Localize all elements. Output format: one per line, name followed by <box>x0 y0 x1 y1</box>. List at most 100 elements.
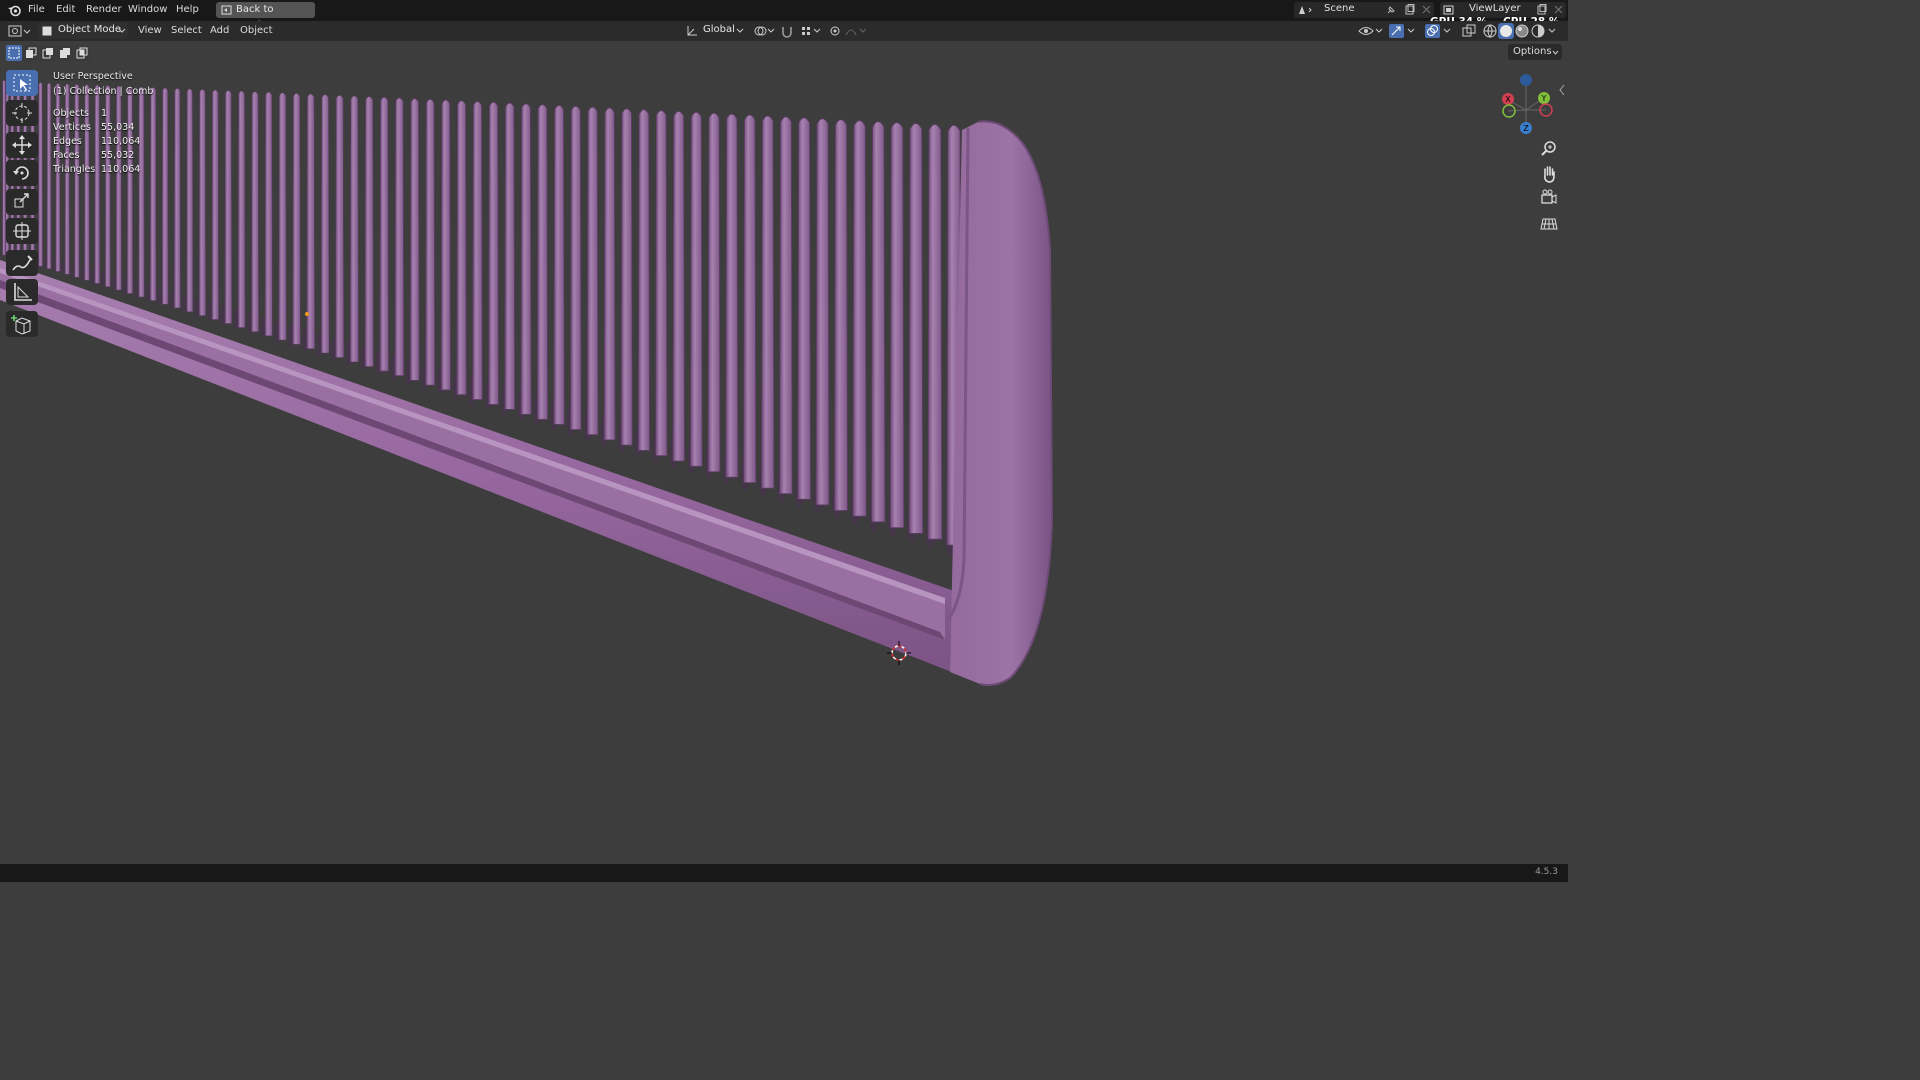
sidebar-toggle-icon[interactable] <box>1558 84 1566 96</box>
gizmo-neg-z[interactable] <box>1520 74 1532 86</box>
close-view-layer-icon[interactable] <box>1554 5 1563 14</box>
menu-window[interactable]: Window <box>128 3 167 17</box>
chevron-down-icon <box>118 28 126 33</box>
comb-tooth <box>174 88 181 309</box>
comb-tooth <box>761 115 775 489</box>
comb-tooth <box>815 118 830 506</box>
comb-tooth <box>620 108 633 446</box>
tooth-gap-shadow <box>122 277 127 295</box>
comb-tooth <box>335 94 344 358</box>
scale-tool[interactable] <box>6 189 38 215</box>
comb-tooth <box>520 103 532 415</box>
gizmo-toggle-icon[interactable] <box>1388 23 1418 39</box>
tooth-gap-shadow <box>80 265 84 282</box>
annotate-tool[interactable] <box>6 250 38 276</box>
tooth-gap-shadow <box>260 316 266 339</box>
comb-tooth <box>409 98 420 381</box>
editor-type-icon[interactable] <box>8 24 32 38</box>
comb-tooth <box>889 122 905 529</box>
object-origin-dot <box>305 312 309 316</box>
xray-icon[interactable] <box>1462 24 1476 38</box>
comb-tooth <box>440 99 451 391</box>
svg-text:X: X <box>1505 95 1511 104</box>
object-mode-dropdown[interactable]: Object Mode <box>38 23 128 39</box>
tooth-gap-shadow <box>61 259 65 276</box>
comb-tooth <box>211 89 219 320</box>
menu-object[interactable]: Object <box>240 24 273 38</box>
camera-view-button[interactable] <box>1538 187 1560 209</box>
zoom-button[interactable] <box>1538 138 1560 160</box>
scene-selector[interactable]: Scene <box>1294 2 1434 18</box>
comb-tooth <box>690 111 703 467</box>
tooth-gap-shadow <box>207 301 212 322</box>
add-cube-tool[interactable] <box>6 311 38 337</box>
menu-render[interactable]: Render <box>86 3 122 17</box>
tooth-gap-shadow <box>233 308 239 331</box>
comb-tooth <box>603 107 616 441</box>
comb-tooth <box>797 117 811 500</box>
viewport-3d[interactable] <box>0 41 1568 864</box>
object-mode-icon <box>42 26 52 36</box>
new-view-layer-icon[interactable] <box>1536 4 1547 15</box>
navigation-gizmo[interactable]: X Y Z <box>1496 70 1558 136</box>
overlays-icon[interactable] <box>1424 23 1454 39</box>
visibility-icon[interactable] <box>1358 24 1384 38</box>
measure-tool[interactable] <box>6 279 38 305</box>
tooth-gap-shadow <box>274 320 280 344</box>
scale-icon <box>14 193 29 208</box>
gizmo-x-axis[interactable]: X <box>1502 93 1514 105</box>
view-layer-icon <box>1443 5 1454 15</box>
menu-select[interactable]: Select <box>171 24 202 38</box>
tooth-gap-shadow <box>194 297 199 318</box>
shading-solid-icon[interactable] <box>1498 23 1514 39</box>
pivot-point-dropdown[interactable] <box>752 23 776 39</box>
menu-view[interactable]: View <box>138 24 162 38</box>
tooth-gap-shadow <box>220 304 225 327</box>
comb-tooth <box>349 95 359 363</box>
rotate-tool[interactable] <box>6 160 38 186</box>
comb-tooth <box>672 111 685 462</box>
tooth-gap-shadow <box>157 286 162 307</box>
comb-tooth <box>198 89 206 316</box>
stat-label: Edges <box>53 136 82 147</box>
comb-tooth <box>278 92 287 341</box>
shading-material-icon[interactable] <box>1514 23 1530 39</box>
toggle-projection-button[interactable] <box>1538 212 1560 234</box>
comb-tooth <box>908 123 924 534</box>
cursor-tool[interactable] <box>6 100 38 126</box>
comb-tooth <box>655 110 668 457</box>
scene-icon <box>1299 6 1312 14</box>
comb-tooth <box>394 97 405 377</box>
shading-wireframe-icon[interactable] <box>1482 23 1498 39</box>
close-scene-icon[interactable] <box>1422 5 1431 14</box>
transform-orientation-dropdown[interactable]: Global <box>684 23 746 39</box>
menu-add[interactable]: Add <box>210 24 229 38</box>
new-scene-icon[interactable] <box>1404 4 1415 15</box>
comb-tooth <box>743 114 757 484</box>
scene-name: Scene <box>1324 3 1355 14</box>
pin-icon[interactable] <box>1386 5 1396 15</box>
menu-file[interactable]: File <box>28 3 45 17</box>
snap-dropdown[interactable] <box>780 23 822 39</box>
chevron-down-icon[interactable] <box>1548 28 1556 34</box>
comb-tooth <box>456 100 467 396</box>
tooth-gap-shadow <box>43 254 47 270</box>
transform-icon <box>13 222 31 240</box>
pan-button[interactable] <box>1538 163 1560 185</box>
proportional-editing-dropdown[interactable] <box>828 23 868 39</box>
gizmo-z-axis[interactable]: Z <box>1520 122 1532 134</box>
blender-logo-icon[interactable] <box>7 3 22 17</box>
comb-tooth <box>425 98 436 386</box>
menu-help[interactable]: Help <box>176 3 199 17</box>
comb-tooth <box>138 86 145 298</box>
back-to-previous-button[interactable]: Back to Previous <box>216 2 315 31</box>
orientation-label: Global <box>703 24 735 35</box>
transform-tool[interactable] <box>6 218 38 244</box>
gizmo-y-axis[interactable]: Y <box>1538 92 1550 104</box>
comb-tooth <box>472 101 483 400</box>
shading-rendered-icon[interactable] <box>1530 23 1546 39</box>
move-tool[interactable] <box>6 132 38 158</box>
select-box-tool[interactable] <box>6 70 38 96</box>
select-box-icon <box>13 74 31 92</box>
menu-edit[interactable]: Edit <box>56 3 75 17</box>
